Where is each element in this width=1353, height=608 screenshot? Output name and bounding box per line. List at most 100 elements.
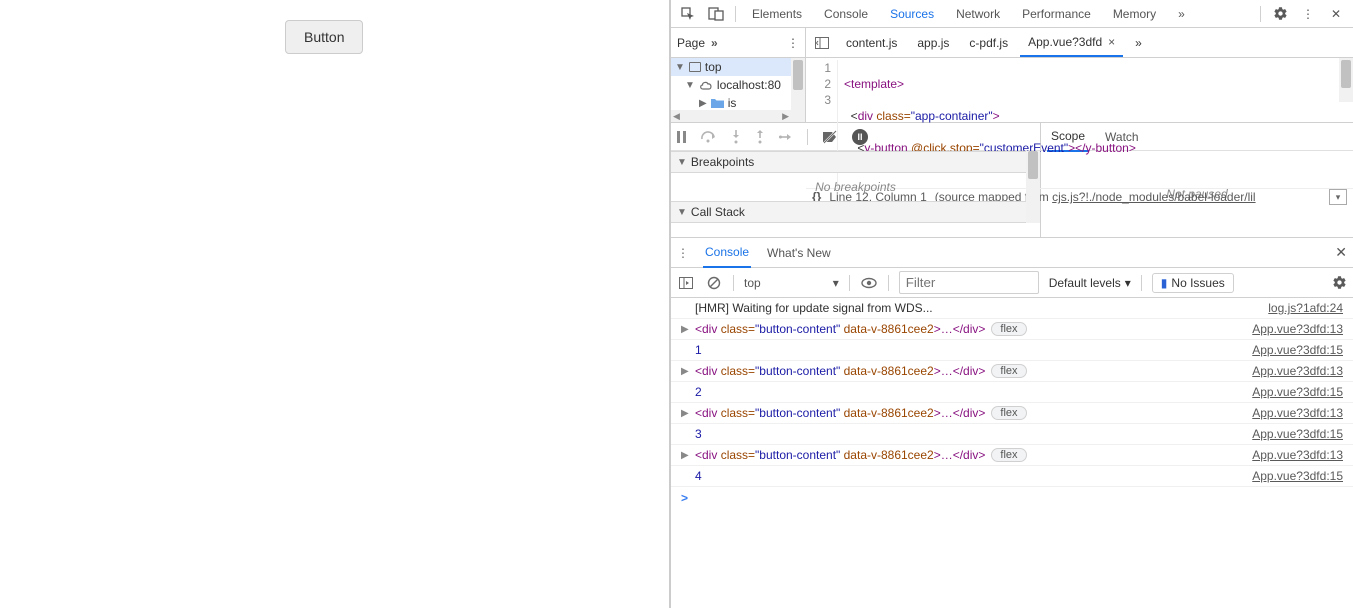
tab-elements[interactable]: Elements <box>742 1 812 27</box>
drawer-tab-whatsnew[interactable]: What's New <box>765 239 833 267</box>
page-pane-header: Page » ⋮ <box>671 28 806 57</box>
log-message: 4 <box>695 469 702 483</box>
close-tab-icon[interactable]: × <box>1108 35 1115 49</box>
source-link[interactable]: App.vue?3dfd:15 <box>1252 427 1343 441</box>
drawer-menu-icon[interactable]: ⋮ <box>677 246 689 260</box>
separator <box>1141 275 1142 291</box>
source-link[interactable]: App.vue?3dfd:13 <box>1252 322 1343 336</box>
separator <box>888 275 889 291</box>
expand-icon: ▶ <box>699 98 707 109</box>
step-out-icon[interactable] <box>755 130 765 144</box>
app-viewport: Button <box>0 0 670 608</box>
source-link[interactable]: App.vue?3dfd:15 <box>1252 385 1343 399</box>
expand-icon[interactable]: ▶ <box>681 324 689 335</box>
source-link[interactable]: App.vue?3dfd:13 <box>1252 406 1343 420</box>
step-into-icon[interactable] <box>731 130 741 144</box>
console-filter-input[interactable] <box>899 271 1039 294</box>
flex-badge[interactable]: flex <box>991 406 1026 420</box>
drawer-tabs: ⋮ Console What's New ✕ <box>671 238 1353 268</box>
log-message: [HMR] Waiting for update signal from WDS… <box>695 301 933 315</box>
tab-sources[interactable]: Sources <box>880 1 944 27</box>
expand-icon[interactable]: ▶ <box>681 408 689 419</box>
flex-badge[interactable]: flex <box>991 448 1026 462</box>
step-icon[interactable] <box>779 132 793 142</box>
gear-icon[interactable] <box>1267 1 1293 27</box>
live-expression-icon[interactable] <box>860 277 878 289</box>
nav-item-host[interactable]: ▼ localhost:80 <box>671 76 805 94</box>
close-drawer-icon[interactable]: ✕ <box>1335 244 1347 261</box>
log-message: 3 <box>695 427 702 441</box>
console-row[interactable]: 3 App.vue?3dfd:15 <box>671 424 1353 445</box>
console-row[interactable]: ▶ <div class="button-content" data-v-886… <box>671 445 1353 466</box>
console-row[interactable]: 4 App.vue?3dfd:15 <box>671 466 1353 487</box>
expand-icon[interactable]: ▶ <box>681 366 689 377</box>
source-map-link[interactable]: cjs.js?!./node_modules/babel-loader/lil <box>1052 190 1255 204</box>
tab-network[interactable]: Network <box>946 1 1010 27</box>
expand-icon: ▼ <box>677 157 687 168</box>
context-selector[interactable]: top▾ <box>744 276 839 290</box>
file-tab-app-vue[interactable]: App.vue?3dfd× <box>1020 29 1123 57</box>
page-overflow-icon[interactable]: » <box>711 36 718 50</box>
devtools-topbar: Elements Console Sources Network Perform… <box>671 0 1353 28</box>
drawer-tab-console[interactable]: Console <box>703 238 751 268</box>
flex-badge[interactable]: flex <box>991 364 1026 378</box>
breakpoints-header[interactable]: ▼ Breakpoints <box>671 151 1040 173</box>
callstack-header[interactable]: ▼ Call Stack ▾ <box>671 201 1040 223</box>
source-link[interactable]: App.vue?3dfd:15 <box>1252 469 1343 483</box>
log-message: <div class="button-content" data-v-8861c… <box>695 322 985 336</box>
nav-label: localhost:80 <box>717 78 781 92</box>
file-tab-c-pdf-js[interactable]: c-pdf.js <box>961 30 1016 56</box>
separator <box>733 275 734 291</box>
nav-item-top[interactable]: ▼ top <box>671 58 805 76</box>
frame-icon <box>689 62 701 72</box>
tab-memory[interactable]: Memory <box>1103 1 1166 27</box>
page-menu-icon[interactable]: ⋮ <box>787 36 799 50</box>
source-link[interactable]: App.vue?3dfd:13 <box>1252 364 1343 378</box>
source-link[interactable]: App.vue?3dfd:15 <box>1252 343 1343 357</box>
nav-hscroll[interactable]: ◀▶ <box>671 110 791 122</box>
expand-icon: ▼ <box>675 62 685 73</box>
toggle-navigator-icon[interactable] <box>810 31 834 55</box>
console-prompt[interactable]: > <box>671 487 1353 509</box>
source-link[interactable]: App.vue?3dfd:13 <box>1252 448 1343 462</box>
step-over-icon[interactable] <box>701 131 717 143</box>
file-tab-content-js[interactable]: content.js <box>838 30 905 56</box>
separator <box>849 275 850 291</box>
code-vscroll[interactable] <box>1339 58 1353 102</box>
console-row[interactable]: 2 App.vue?3dfd:15 <box>671 382 1353 403</box>
log-message: <div class="button-content" data-v-8861c… <box>695 364 985 378</box>
console-row[interactable]: [HMR] Waiting for update signal from WDS… <box>671 298 1353 319</box>
source-link[interactable]: log.js?1afd:24 <box>1268 301 1343 315</box>
editor-dropdown-icon[interactable]: ▾ <box>1329 189 1347 205</box>
clear-console-icon[interactable] <box>705 276 723 290</box>
inspect-icon[interactable] <box>675 1 701 27</box>
tabs-overflow[interactable]: » <box>1168 1 1195 27</box>
console-settings-icon[interactable] <box>1332 275 1347 290</box>
close-devtools-icon[interactable]: ✕ <box>1323 1 1349 27</box>
device-toggle-icon[interactable] <box>703 1 729 27</box>
debug-vscroll[interactable] <box>1026 151 1040 223</box>
code-line: <template> <box>844 77 904 91</box>
file-tab-strip: content.js app.js c-pdf.js App.vue?3dfd×… <box>806 28 1353 57</box>
section-title: Breakpoints <box>691 155 754 169</box>
kebab-icon[interactable]: ⋮ <box>1295 1 1321 27</box>
log-levels-selector[interactable]: Default levels▾ <box>1049 276 1131 290</box>
tab-console[interactable]: Console <box>814 1 878 27</box>
console-row[interactable]: ▶ <div class="button-content" data-v-886… <box>671 361 1353 382</box>
app-button[interactable]: Button <box>285 20 363 54</box>
console-row[interactable]: 1 App.vue?3dfd:15 <box>671 340 1353 361</box>
nav-vscroll[interactable] <box>791 58 805 122</box>
pause-icon[interactable] <box>677 131 687 143</box>
console-row[interactable]: ▶ <div class="button-content" data-v-886… <box>671 403 1353 424</box>
page-label[interactable]: Page <box>677 36 705 50</box>
toggle-sidebar-icon[interactable] <box>677 277 695 289</box>
tab-performance[interactable]: Performance <box>1012 1 1101 27</box>
expand-icon[interactable]: ▶ <box>681 450 689 461</box>
console-row[interactable]: ▶ <div class="button-content" data-v-886… <box>671 319 1353 340</box>
flex-badge[interactable]: flex <box>991 322 1026 336</box>
code-editor[interactable]: 123 <template> <div class="app-container… <box>806 58 1353 122</box>
issues-chip[interactable]: ▮No Issues <box>1152 273 1234 293</box>
sources-subheader: Page » ⋮ content.js app.js c-pdf.js App.… <box>671 28 1353 58</box>
file-tab-app-js[interactable]: app.js <box>909 30 957 56</box>
file-tabs-overflow[interactable]: » <box>1127 30 1150 56</box>
